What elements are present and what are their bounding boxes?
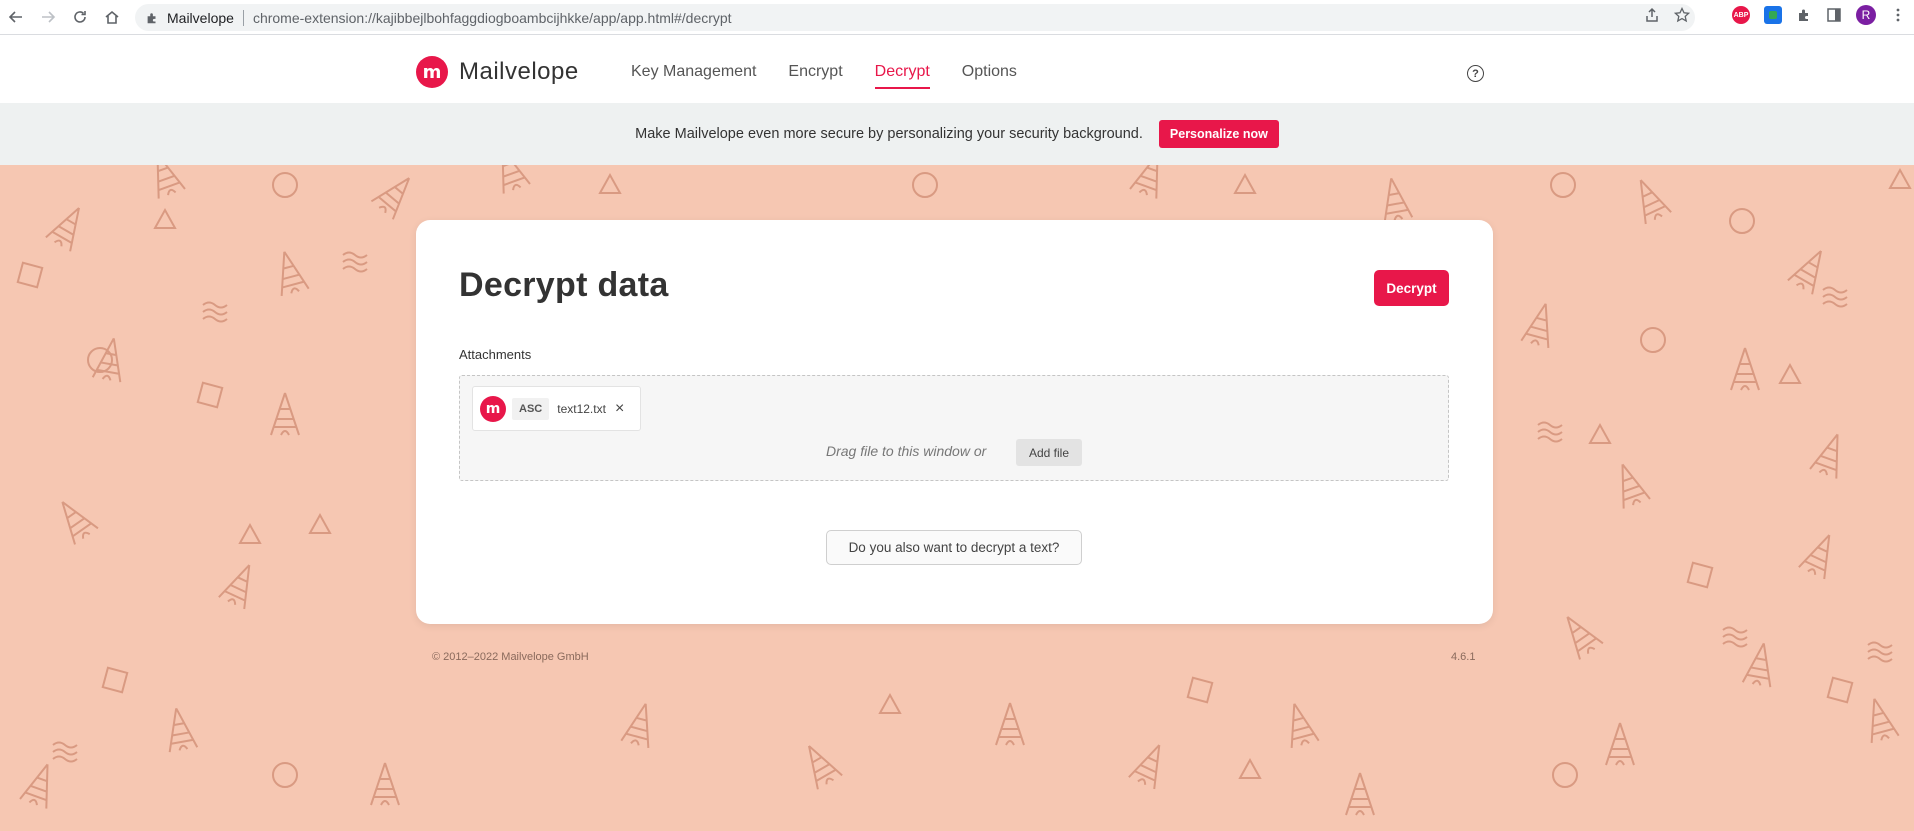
- url-text[interactable]: chrome-extension://kajibbejlbohfaggdiogb…: [253, 10, 732, 26]
- bookmark-star-icon[interactable]: [1674, 7, 1690, 23]
- decrypt-button[interactable]: Decrypt: [1374, 270, 1449, 306]
- mailvelope-logo[interactable]: m Mailvelope: [416, 56, 579, 88]
- decrypt-text-button[interactable]: Do you also want to decrypt a text?: [826, 530, 1082, 565]
- forward-icon[interactable]: [34, 3, 62, 31]
- mailvelope-logo-icon: m: [480, 395, 506, 422]
- address-bar[interactable]: Mailvelope chrome-extension://kajibbejlb…: [135, 4, 1695, 31]
- browser-nav-buttons: [2, 3, 126, 31]
- reload-icon[interactable]: [66, 3, 94, 31]
- app-header: m Mailvelope Key Management Encrypt Decr…: [0, 35, 1914, 103]
- help-icon[interactable]: ?: [1467, 65, 1484, 82]
- attachments-label: Attachments: [459, 347, 532, 362]
- extensions-puzzle-icon[interactable]: [1796, 7, 1812, 23]
- browser-toolbar: Mailvelope chrome-extension://kajibbejlb…: [0, 0, 1914, 35]
- nav-key-management[interactable]: Key Management: [631, 63, 756, 81]
- footer-version: 4.6.1: [1451, 651, 1476, 663]
- nav-decrypt[interactable]: Decrypt: [874, 63, 930, 89]
- share-icon[interactable]: [1644, 7, 1660, 23]
- kebab-menu-icon[interactable]: [1890, 7, 1906, 23]
- page-title: Decrypt data: [459, 266, 669, 304]
- browser-extensions: ABP R: [1644, 5, 1906, 25]
- side-panel-icon[interactable]: [1826, 7, 1842, 23]
- decrypt-card: Decrypt data Decrypt Attachments m ASC t…: [416, 220, 1493, 624]
- remove-file-icon[interactable]: ×: [615, 400, 624, 418]
- file-dropzone[interactable]: m ASC text12.txt × Drag file to this win…: [459, 375, 1449, 481]
- personalize-now-button[interactable]: Personalize now: [1158, 120, 1279, 148]
- main-nav: Key Management Encrypt Decrypt Options: [631, 63, 1017, 89]
- mailvelope-logo-icon: m: [416, 56, 448, 88]
- add-file-button[interactable]: Add file: [1016, 439, 1082, 466]
- nav-options[interactable]: Options: [962, 63, 1017, 81]
- drop-hint: Drag file to this window or: [826, 443, 987, 459]
- security-banner: Make Mailvelope even more secure by pers…: [0, 103, 1914, 165]
- puzzle-icon: [145, 11, 159, 25]
- site-name: Mailvelope: [167, 9, 234, 26]
- adblock-plus-icon[interactable]: ABP: [1732, 6, 1750, 24]
- home-icon[interactable]: [98, 3, 126, 31]
- profile-avatar[interactable]: R: [1856, 5, 1876, 25]
- logo-text: Mailvelope: [459, 58, 579, 85]
- attachment-chip: m ASC text12.txt ×: [472, 386, 641, 431]
- file-name: text12.txt: [557, 401, 606, 416]
- back-icon[interactable]: [2, 3, 30, 31]
- file-extension-badge: ASC: [512, 397, 550, 420]
- banner-text: Make Mailvelope even more secure by pers…: [635, 126, 1143, 142]
- translate-icon[interactable]: [1764, 6, 1782, 24]
- footer-copyright: © 2012–2022 Mailvelope GmbH: [432, 651, 589, 663]
- nav-encrypt[interactable]: Encrypt: [788, 63, 842, 81]
- omnibox-divider: [242, 9, 244, 26]
